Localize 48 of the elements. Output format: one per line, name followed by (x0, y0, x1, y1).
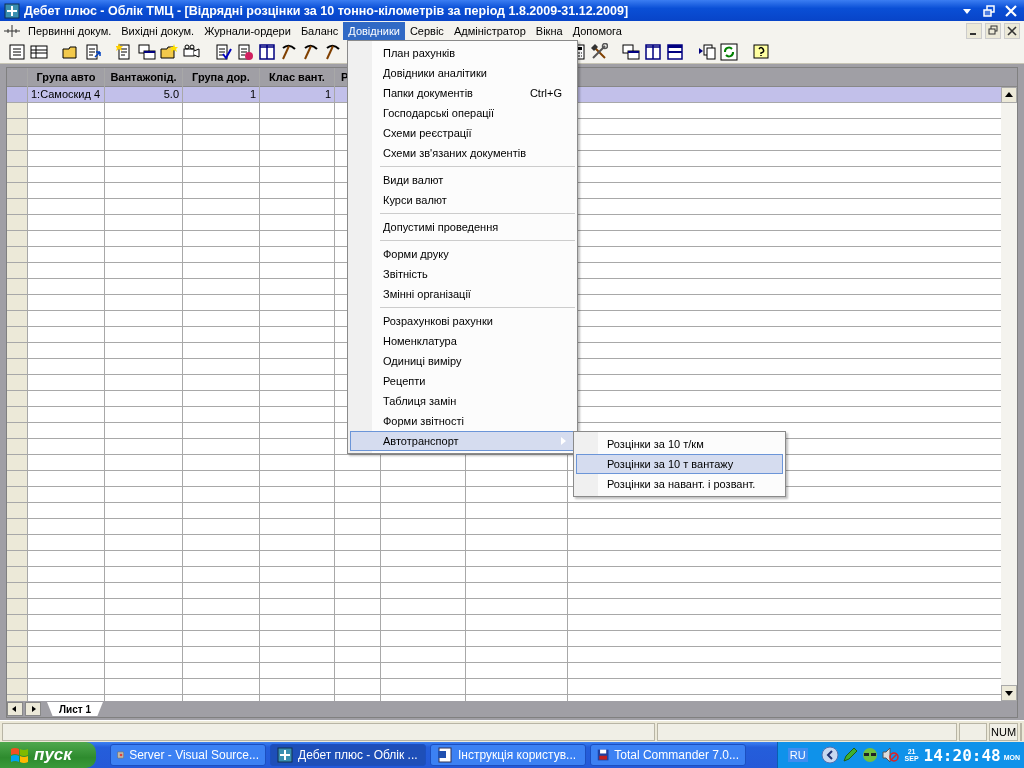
column-header[interactable]: Група авто (28, 68, 104, 87)
menu-item[interactable]: Курси валют (350, 190, 575, 210)
menu-item[interactable]: Одиниці виміру (350, 351, 575, 371)
column-header[interactable]: Група дор. (183, 68, 259, 87)
menu-item[interactable]: Вихідні докум. (116, 22, 200, 40)
menu-item[interactable]: Довідники аналітики (350, 63, 575, 83)
clock: 14:20:48 (923, 745, 1001, 765)
taskbar-button[interactable]: Дебет плюс - Облік ... (270, 744, 426, 766)
menu-item[interactable]: Допомога (567, 22, 627, 40)
menu-item[interactable]: Схеми зв'язаних документів (350, 143, 575, 163)
menu-item[interactable]: Довідники (343, 22, 405, 40)
menu-item[interactable]: Рецепти (350, 371, 575, 391)
menu-item[interactable]: Розцінки за 10 т вантажу (576, 454, 783, 474)
menu-item[interactable]: Сервіс (404, 22, 449, 40)
column-header[interactable]: Вантажопід. (105, 68, 182, 87)
menu-item[interactable]: Звітність (350, 264, 575, 284)
table-cell: 5.0 (105, 87, 182, 103)
menu-item[interactable]: Господарські операції (350, 103, 575, 123)
menu-item[interactable]: Допустимі проведення (350, 217, 575, 237)
table-cell: 1:Самоскид 4 (28, 87, 104, 103)
menu-item[interactable]: Автотранспорт (350, 431, 575, 451)
table-cell: 1 (260, 87, 334, 103)
menu-item[interactable]: Розцінки за навант. і розвант. (576, 474, 783, 494)
num-lock-indicator: NUM (989, 723, 1018, 741)
start-button[interactable]: пуск (0, 742, 96, 768)
menu-item[interactable]: Розрахункові рахунки (350, 311, 575, 331)
taskbar-button[interactable]: Server - Visual Source... (110, 744, 266, 766)
taskbar-button[interactable]: Інструкція користув... (430, 744, 586, 766)
window-title: Дебет плюс - Облік ТМЦ - [Відрядні розцінки за 10 тонно-кілометрів за період 1.8.2009-31.12.2009] (24, 3, 629, 18)
menu-item[interactable]: Форми друку (350, 244, 575, 264)
menu-item[interactable]: Первинні докум. (23, 22, 117, 40)
menu-item[interactable]: Форми звітності (350, 411, 575, 431)
menu-item[interactable]: Змінні організації (350, 284, 575, 304)
column-header[interactable]: Клас вант. (260, 68, 334, 87)
taskbar-button[interactable]: Total Commander 7.0... (590, 744, 746, 766)
menu-item[interactable]: Вікна (530, 22, 568, 40)
menu-item[interactable]: Папки документів Ctrl+G (350, 83, 575, 103)
menu-item[interactable]: Журнали-ордери (199, 22, 296, 40)
menu-item[interactable]: Таблиця замін (350, 391, 575, 411)
menu-item[interactable]: Адміністратор (448, 22, 531, 40)
menu-item[interactable]: План рахунків (350, 43, 575, 63)
menu-item[interactable]: Баланс (295, 22, 344, 40)
menu-item[interactable]: Види валют (350, 170, 575, 190)
menu-item[interactable]: Номенклатура (350, 331, 575, 351)
menu-item[interactable]: Розцінки за 10 т/км (576, 434, 783, 454)
menu-item[interactable]: Схеми реєстрації (350, 123, 575, 143)
table-cell: 1 (183, 87, 259, 103)
sheet-tab[interactable]: Лист 1 (47, 702, 103, 716)
